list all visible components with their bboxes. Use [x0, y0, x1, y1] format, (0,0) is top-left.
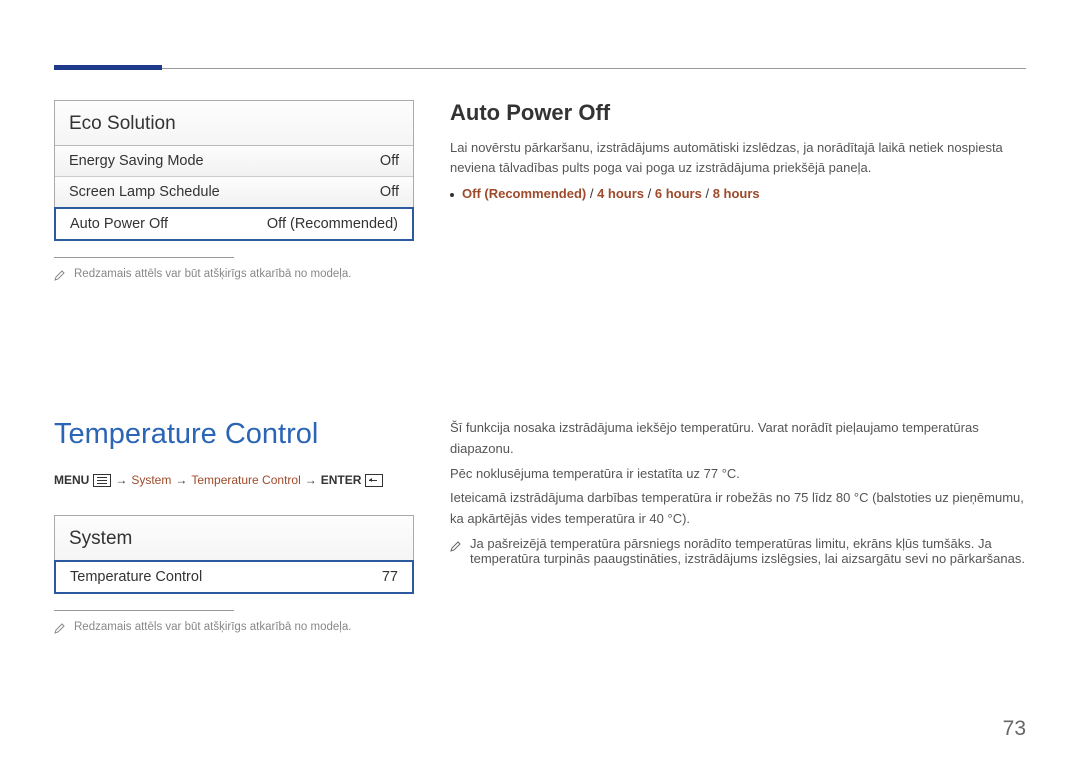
pencil-icon [54, 269, 66, 281]
menu-label: Auto Power Off [70, 216, 168, 232]
menu-row-energy-saving: Energy Saving Mode Off [55, 146, 413, 177]
opt-4h: 4 hours [597, 186, 644, 201]
menu-grid-icon [93, 474, 111, 487]
eco-card-title: Eco Solution [55, 101, 413, 146]
header-accent-bar [54, 65, 162, 70]
crumb-menu: MENU [54, 473, 89, 487]
model-note: Redzamais attēls var būt atšķirīgs atkar… [54, 268, 414, 281]
opt-8h: 8 hours [713, 186, 760, 201]
crumb-system: System [131, 473, 171, 487]
temp-note-text: Ja pašreizējā temperatūra pārsniegs norā… [470, 536, 1026, 566]
menu-row-screen-lamp: Screen Lamp Schedule Off [55, 177, 413, 208]
temp-note: Ja pašreizējā temperatūra pārsniegs norā… [450, 536, 1026, 566]
menu-label: Screen Lamp Schedule [69, 184, 220, 200]
auto-power-off-heading: Auto Power Off [450, 100, 1026, 126]
menu-value: Off [380, 184, 399, 200]
enter-icon [365, 474, 383, 487]
menu-value: Off [380, 153, 399, 169]
auto-power-off-desc: Lai novērstu pārkaršanu, izstrādājums au… [450, 138, 1026, 178]
page-number: 73 [1003, 717, 1026, 741]
menu-value: Off (Recommended) [267, 216, 398, 232]
pencil-icon [450, 540, 462, 552]
opt-6h: 6 hours [655, 186, 702, 201]
menu-breadcrumb: MENU → System → Temperature Control → EN… [54, 473, 414, 487]
system-card: System Temperature Control 77 [54, 515, 414, 594]
crumb-temp-control: Temperature Control [191, 473, 300, 487]
model-note: Redzamais attēls var būt atšķirīgs atkar… [54, 621, 414, 634]
menu-row-auto-power-off: Auto Power Off Off (Recommended) [54, 207, 414, 241]
temp-p1: Šī funkcija nosaka izstrādājuma iekšējo … [450, 418, 1026, 460]
menu-label: Temperature Control [70, 569, 202, 585]
temp-p3: Ieteicamā izstrādājuma darbības temperat… [450, 488, 1026, 530]
crumb-enter: ENTER [321, 473, 362, 487]
system-card-title: System [55, 516, 413, 561]
pencil-icon [54, 622, 66, 634]
divider [54, 610, 234, 611]
opt-off: Off (Recommended) [462, 186, 586, 201]
header-divider [54, 68, 1026, 69]
menu-label: Energy Saving Mode [69, 153, 204, 169]
temp-control-paragraphs: Šī funkcija nosaka izstrādājuma iekšējo … [450, 418, 1026, 530]
note-text: Redzamais attēls var būt atšķirīgs atkar… [74, 268, 351, 280]
temperature-control-heading: Temperature Control [54, 418, 414, 451]
divider [54, 257, 234, 258]
bullet-icon [450, 193, 454, 197]
auto-power-options: Off (Recommended) / 4 hours / 6 hours / … [450, 186, 1026, 201]
temp-p2: Pēc noklusējuma temperatūra ir iestatīta… [450, 464, 1026, 485]
menu-row-temp-control: Temperature Control 77 [54, 560, 414, 594]
eco-solution-card: Eco Solution Energy Saving Mode Off Scre… [54, 100, 414, 241]
note-text: Redzamais attēls var būt atšķirīgs atkar… [74, 621, 351, 633]
menu-value: 77 [382, 569, 398, 585]
